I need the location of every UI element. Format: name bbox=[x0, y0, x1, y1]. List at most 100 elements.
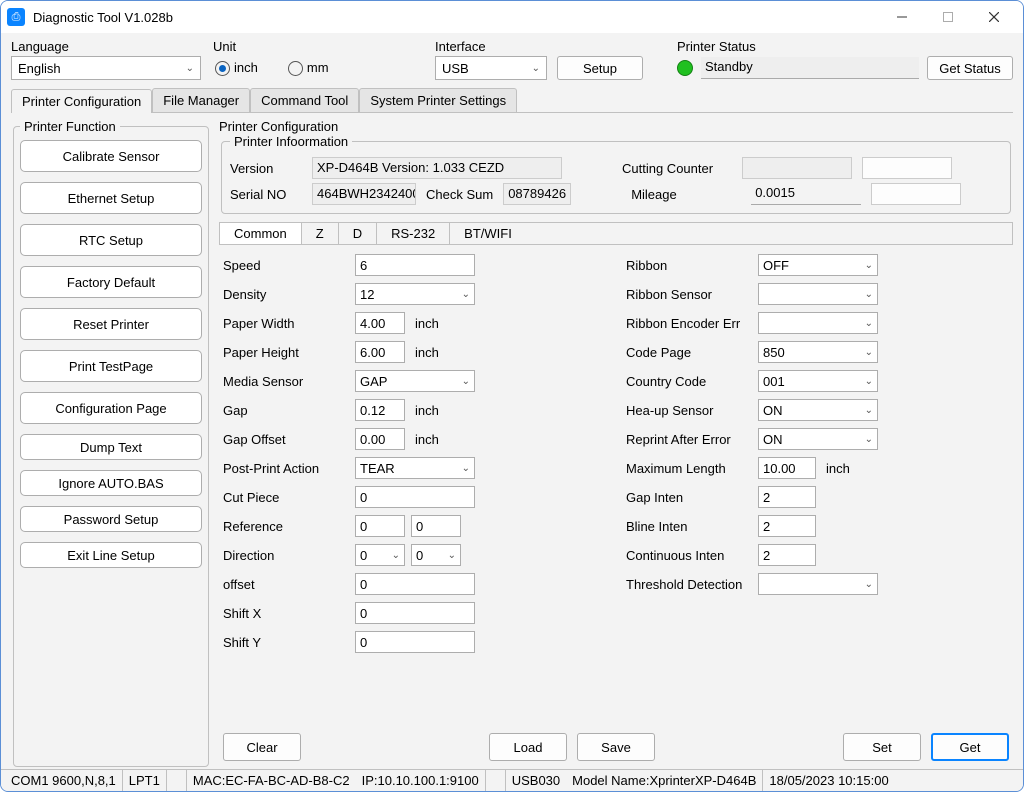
status-datetime: 18/05/2023 10:15:00 bbox=[763, 770, 894, 791]
country-code-select[interactable]: 001⌄ bbox=[758, 370, 878, 392]
density-select[interactable]: 12⌄ bbox=[355, 283, 475, 305]
close-button[interactable] bbox=[971, 1, 1017, 33]
reset-printer-button[interactable]: Reset Printer bbox=[20, 308, 202, 340]
ignore-autobas-button[interactable]: Ignore AUTO.BAS bbox=[20, 470, 202, 496]
version-value: XP-D464B Version: 1.033 CEZD bbox=[312, 157, 562, 179]
shift-y-label: Shift Y bbox=[223, 635, 355, 650]
heaup-sensor-label: Hea-up Sensor bbox=[626, 403, 758, 418]
unit-label: Unit bbox=[213, 39, 423, 54]
ribbon-sensor-label: Ribbon Sensor bbox=[626, 287, 758, 302]
max-length-input[interactable] bbox=[758, 457, 816, 479]
ribbon-sensor-select[interactable]: ⌄ bbox=[758, 283, 878, 305]
bottom-buttons: Clear Load Save Set Get bbox=[219, 727, 1013, 767]
direction-2-select[interactable]: 0⌄ bbox=[411, 544, 461, 566]
cutting-counter-value bbox=[742, 157, 852, 179]
subtab-btwifi[interactable]: BT/WIFI bbox=[450, 223, 526, 244]
setup-button[interactable]: Setup bbox=[557, 56, 643, 80]
paper-width-input[interactable] bbox=[355, 312, 405, 334]
printer-status-label: Printer Status bbox=[677, 39, 1013, 54]
get-button[interactable]: Get bbox=[931, 733, 1009, 761]
version-label: Version bbox=[230, 161, 302, 176]
minimize-button[interactable] bbox=[879, 1, 925, 33]
load-button[interactable]: Load bbox=[489, 733, 567, 761]
config-left-col: Speed Density12⌄ Paper Widthinch Paper H… bbox=[223, 253, 606, 719]
shift-y-input[interactable] bbox=[355, 631, 475, 653]
unit-inch-radio[interactable]: inch bbox=[215, 60, 258, 76]
save-button[interactable]: Save bbox=[577, 733, 655, 761]
ribbon-encoder-err-select[interactable]: ⌄ bbox=[758, 312, 878, 334]
checksum-label: Check Sum bbox=[426, 187, 493, 202]
offset-input[interactable] bbox=[355, 573, 475, 595]
tab-command-tool[interactable]: Command Tool bbox=[250, 88, 359, 112]
exit-line-setup-button[interactable]: Exit Line Setup bbox=[20, 542, 202, 568]
window-title: Diagnostic Tool V1.028b bbox=[33, 10, 173, 25]
language-select[interactable]: English⌄ bbox=[11, 56, 201, 80]
heaup-sensor-select[interactable]: ON⌄ bbox=[758, 399, 878, 421]
gap-offset-input[interactable] bbox=[355, 428, 405, 450]
subtab-common[interactable]: Common bbox=[220, 223, 302, 244]
ethernet-setup-button[interactable]: Ethernet Setup bbox=[20, 182, 202, 214]
continuous-inten-input[interactable] bbox=[758, 544, 816, 566]
gap-inten-input[interactable] bbox=[758, 486, 816, 508]
reprint-after-error-select[interactable]: ON⌄ bbox=[758, 428, 878, 450]
subtab-rs232[interactable]: RS-232 bbox=[377, 223, 450, 244]
dump-text-button[interactable]: Dump Text bbox=[20, 434, 202, 460]
code-page-label: Code Page bbox=[626, 345, 758, 360]
config-grid: Speed Density12⌄ Paper Widthinch Paper H… bbox=[219, 245, 1013, 727]
tab-system-printer[interactable]: System Printer Settings bbox=[359, 88, 517, 112]
threshold-detection-select[interactable]: ⌄ bbox=[758, 573, 878, 595]
bline-inten-input[interactable] bbox=[758, 515, 816, 537]
reference-y-input[interactable] bbox=[411, 515, 461, 537]
serial-value: 464BWH2342400 bbox=[312, 183, 416, 205]
tab-printer-config[interactable]: Printer Configuration bbox=[11, 89, 152, 113]
code-page-select[interactable]: 850⌄ bbox=[758, 341, 878, 363]
threshold-detection-label: Threshold Detection bbox=[626, 577, 758, 592]
password-setup-button[interactable]: Password Setup bbox=[20, 506, 202, 532]
serial-label: Serial NO bbox=[230, 187, 302, 202]
media-sensor-select[interactable]: GAP⌄ bbox=[355, 370, 475, 392]
gap-input[interactable] bbox=[355, 399, 405, 421]
paper-height-input[interactable] bbox=[355, 341, 405, 363]
direction-1-select[interactable]: 0⌄ bbox=[355, 544, 405, 566]
mileage-value: 0.0015 bbox=[751, 183, 861, 205]
post-print-action-select[interactable]: TEAR⌄ bbox=[355, 457, 475, 479]
mileage-extra bbox=[871, 183, 961, 205]
subtab-z[interactable]: Z bbox=[302, 223, 339, 244]
printer-status-value: Standby bbox=[701, 57, 919, 79]
paper-height-label: Paper Height bbox=[223, 345, 355, 360]
set-button[interactable]: Set bbox=[843, 733, 921, 761]
cutting-counter-label: Cutting Counter bbox=[622, 161, 732, 176]
maximize-button[interactable] bbox=[925, 1, 971, 33]
reference-label: Reference bbox=[223, 519, 355, 534]
printer-function-legend: Printer Function bbox=[20, 119, 120, 134]
printer-function-group: Printer Function Calibrate Sensor Ethern… bbox=[13, 119, 209, 767]
speed-input[interactable] bbox=[355, 254, 475, 276]
clear-button[interactable]: Clear bbox=[223, 733, 301, 761]
factory-default-button[interactable]: Factory Default bbox=[20, 266, 202, 298]
configuration-page-button[interactable]: Configuration Page bbox=[20, 392, 202, 424]
tab-file-manager[interactable]: File Manager bbox=[152, 88, 250, 112]
subtab-d[interactable]: D bbox=[339, 223, 377, 244]
gap-offset-label: Gap Offset bbox=[223, 432, 355, 447]
shift-x-label: Shift X bbox=[223, 606, 355, 621]
print-testpage-button[interactable]: Print TestPage bbox=[20, 350, 202, 382]
paper-width-label: Paper Width bbox=[223, 316, 355, 331]
reference-x-input[interactable] bbox=[355, 515, 405, 537]
main-area: Printer Function Calibrate Sensor Ethern… bbox=[11, 113, 1013, 767]
status-com: COM1 9600,N,8,1 bbox=[5, 770, 123, 791]
sub-tabstrip: Common Z D RS-232 BT/WIFI bbox=[219, 222, 1013, 245]
unit-inch-2: inch bbox=[415, 345, 439, 360]
cutting-counter-extra bbox=[862, 157, 952, 179]
bline-inten-label: Bline Inten bbox=[626, 519, 758, 534]
client-area: Language English⌄ Unit inch mm Interface… bbox=[1, 33, 1023, 769]
calibrate-sensor-button[interactable]: Calibrate Sensor bbox=[20, 140, 202, 172]
unit-mm-radio[interactable]: mm bbox=[288, 60, 329, 76]
shift-x-input[interactable] bbox=[355, 602, 475, 624]
rtc-setup-button[interactable]: RTC Setup bbox=[20, 224, 202, 256]
ribbon-select[interactable]: OFF⌄ bbox=[758, 254, 878, 276]
status-led-icon bbox=[677, 60, 693, 76]
app-icon: ⎙ bbox=[7, 8, 25, 26]
interface-select[interactable]: USB⌄ bbox=[435, 56, 547, 80]
get-status-button[interactable]: Get Status bbox=[927, 56, 1013, 80]
cut-piece-input[interactable] bbox=[355, 486, 475, 508]
